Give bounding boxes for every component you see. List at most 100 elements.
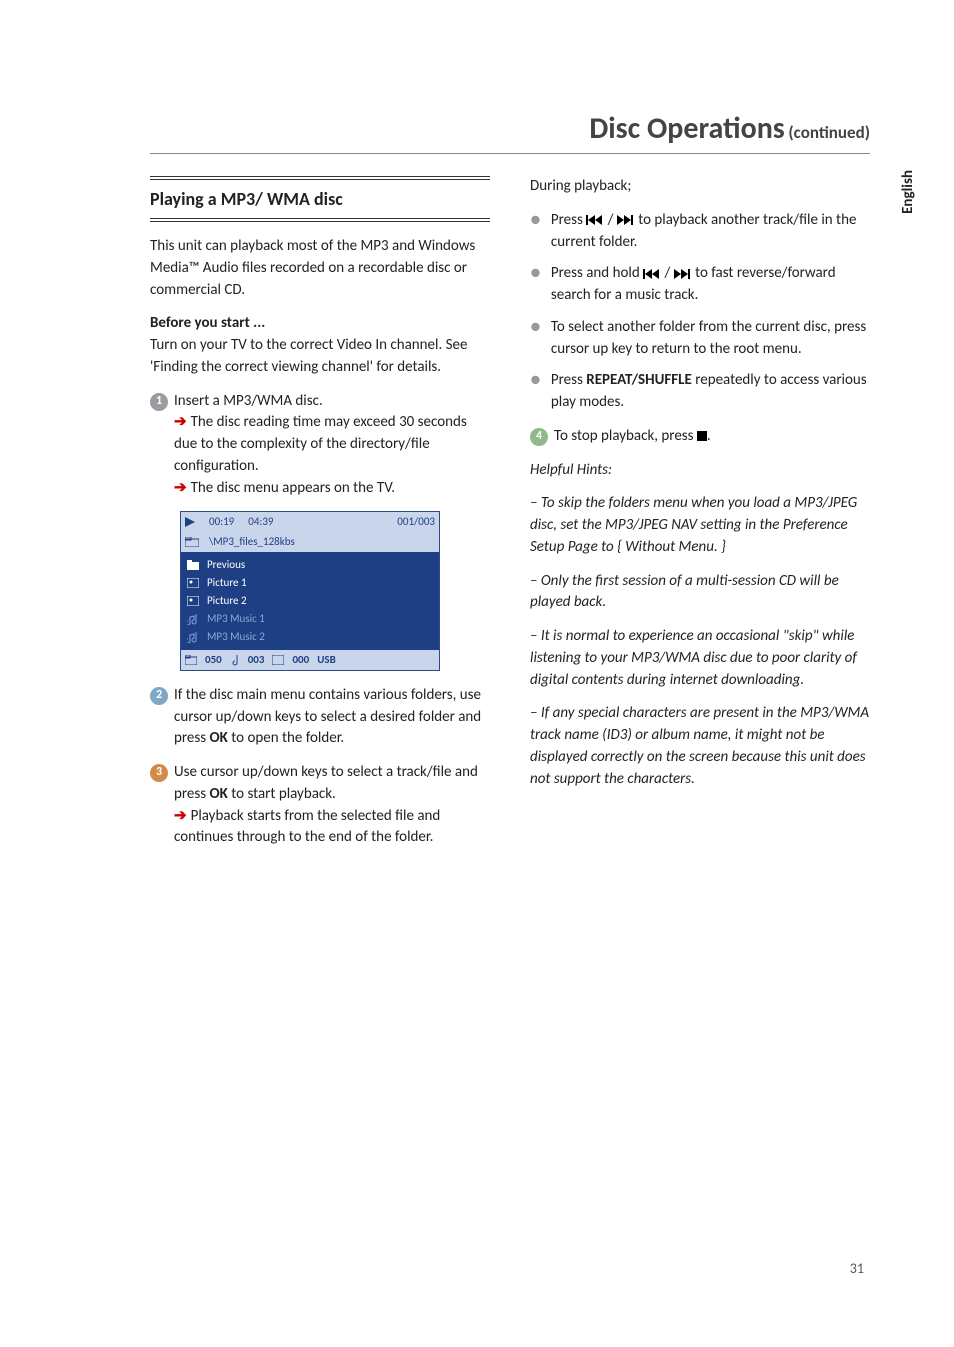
dm-row-2: MP3 Music 1 (207, 611, 265, 627)
disc-menu-list: Previous Picture 1 Picture 2 MP3 Mu (181, 552, 359, 650)
step-1: 1 Insert a MP3/WMA disc. ➔The disc readi… (150, 391, 490, 500)
list-item: MP3 Music 2 (187, 628, 353, 646)
list-item: Picture 2 (187, 592, 353, 610)
step-2-tail: to open the folder. (228, 729, 344, 747)
list-item: ● Press and hold / to fast reverse/forwa… (530, 263, 870, 307)
arrow-icon: ➔ (174, 413, 187, 431)
step4-post: . (707, 427, 711, 445)
music-note-icon (187, 631, 199, 643)
right-column: During playback; ● Press / to playback a… (530, 176, 870, 861)
section-heading: Playing a MP3/ WMA disc (150, 186, 490, 212)
step-2: 2 If the disc main menu contains various… (150, 685, 490, 750)
dm-bottom-a: 050 (205, 652, 222, 668)
dm-row-0: Picture 1 (207, 575, 247, 591)
music-note-icon (230, 654, 240, 666)
left-column: Playing a MP3/ WMA disc This unit can pl… (150, 176, 490, 861)
folder-open-icon (185, 537, 199, 547)
list-item: Picture 1 (187, 574, 353, 592)
step-number-2: 2 (150, 687, 168, 705)
bullet-icon: ● (530, 210, 541, 254)
disc-menu-preview (359, 552, 439, 650)
step-1-bullet-2: The disc menu appears on the TV. (191, 479, 395, 497)
page-title-row: Disc Operations (continued) (150, 110, 870, 154)
bullet-icon: ● (530, 317, 541, 361)
arrow-icon: ➔ (174, 479, 187, 497)
step-4: 4 To stop playback, press . (530, 426, 870, 448)
play-icon (185, 517, 195, 527)
step-3: 3 Use cursor up/down keys to select a tr… (150, 762, 490, 849)
stop-icon (697, 431, 707, 441)
image-icon (187, 578, 199, 588)
list-item: ● Press / to playback another track/file… (530, 210, 870, 254)
b4-pre: Press (551, 371, 586, 389)
dm-time2: 04:39 (248, 514, 273, 530)
dm-bottom-b: 003 (248, 652, 265, 668)
before-you-start: Before you start ... Turn on your TV to … (150, 313, 490, 378)
dm-bottom-usb: USB (317, 652, 336, 668)
disc-menu-bottom-bar: 050 003 000 USB (181, 650, 439, 670)
page-content: Disc Operations (continued) Playing a MP… (150, 110, 870, 861)
step-number-4: 4 (530, 428, 548, 446)
disc-menu-top-bar: 00:19 04:39 001/003 (181, 512, 439, 532)
skip-next-icon (674, 269, 692, 279)
step4-pre: To stop playback, press (554, 427, 697, 445)
bullet-icon: ● (530, 370, 541, 414)
playback-bullets: ● Press / to playback another track/file… (530, 210, 870, 414)
hint-2: – Only the first session of a multi-sess… (530, 571, 870, 615)
music-note-icon (187, 613, 199, 625)
image-count-icon (272, 655, 284, 665)
bullet-2: Press and hold / to fast reverse/forward… (551, 263, 870, 307)
hint-3: – It is normal to experience an occasion… (530, 626, 870, 691)
b1-pre: Press (551, 211, 586, 229)
step-1-bullet-1: The disc reading time may exceed 30 seco… (174, 413, 467, 475)
step-2-body: If the disc main menu contains various f… (174, 685, 490, 750)
helpful-hints: Helpful Hints: – To skip the folders men… (530, 460, 870, 791)
dm-bottom-c: 000 (292, 652, 309, 668)
dm-path: \MP3_files_128kbs (209, 534, 295, 550)
step-3-tail: to start playback. (228, 785, 336, 803)
folder-icon (187, 560, 199, 570)
bullet-1: Press / to playback another track/file i… (551, 210, 870, 254)
step-1-lead: Insert a MP3/WMA disc. (174, 392, 323, 410)
step-3-body: Use cursor up/down keys to select a trac… (174, 762, 490, 849)
dm-row-3: MP3 Music 2 (207, 629, 265, 645)
disc-menu-body: Previous Picture 1 Picture 2 MP3 Mu (181, 552, 439, 650)
columns: Playing a MP3/ WMA disc This unit can pl… (150, 176, 870, 861)
hint-1: – To skip the folders menu when you load… (530, 493, 870, 558)
arrow-icon: ➔ (174, 807, 187, 825)
section-heading-wrap: Playing a MP3/ WMA disc (150, 176, 490, 222)
repeat-shuffle-key: REPEAT/SHUFFLE (586, 371, 692, 389)
b2-pre: Press and hold (551, 264, 643, 282)
step-number-3: 3 (150, 764, 168, 782)
folder-count-icon (185, 655, 197, 665)
image-icon (187, 596, 199, 606)
page-title-continued: (continued) (788, 122, 870, 143)
skip-next-icon (617, 215, 635, 225)
step-number-1: 1 (150, 393, 168, 411)
list-item: Previous (187, 556, 353, 574)
dm-previous: Previous (207, 557, 245, 573)
ok-key: OK (210, 729, 228, 747)
list-item: MP3 Music 1 (187, 610, 353, 628)
intro-text: This unit can playback most of the MP3 a… (150, 236, 490, 301)
hint-4: – If any special characters are present … (530, 703, 870, 790)
language-tab: English (899, 170, 917, 214)
dm-time1: 00:19 (209, 514, 234, 530)
skip-prev-icon (586, 215, 604, 225)
hints-title: Helpful Hints: (530, 460, 870, 482)
step-4-body: To stop playback, press . (554, 426, 870, 448)
step-3-bullet: Playback starts from the selected file a… (174, 807, 440, 847)
page-title: Disc Operations (589, 110, 784, 147)
list-item: ● To select another folder from the curr… (530, 317, 870, 361)
dm-row-1: Picture 2 (207, 593, 247, 609)
disc-menu-path-bar: \MP3_files_128kbs (181, 532, 439, 552)
skip-prev-icon (643, 269, 661, 279)
bullet-icon: ● (530, 263, 541, 307)
disc-menu-illustration: 00:19 04:39 001/003 \MP3_files_128kbs Pr… (180, 511, 440, 671)
list-item: ● Press REPEAT/SHUFFLE repeatedly to acc… (530, 370, 870, 414)
ok-key: OK (210, 785, 228, 803)
before-label: Before you start ... (150, 314, 265, 332)
step-1-body: Insert a MP3/WMA disc. ➔The disc reading… (174, 391, 490, 500)
before-text: Turn on your TV to the correct Video In … (150, 336, 467, 376)
bullet-3: To select another folder from the curren… (551, 317, 870, 361)
